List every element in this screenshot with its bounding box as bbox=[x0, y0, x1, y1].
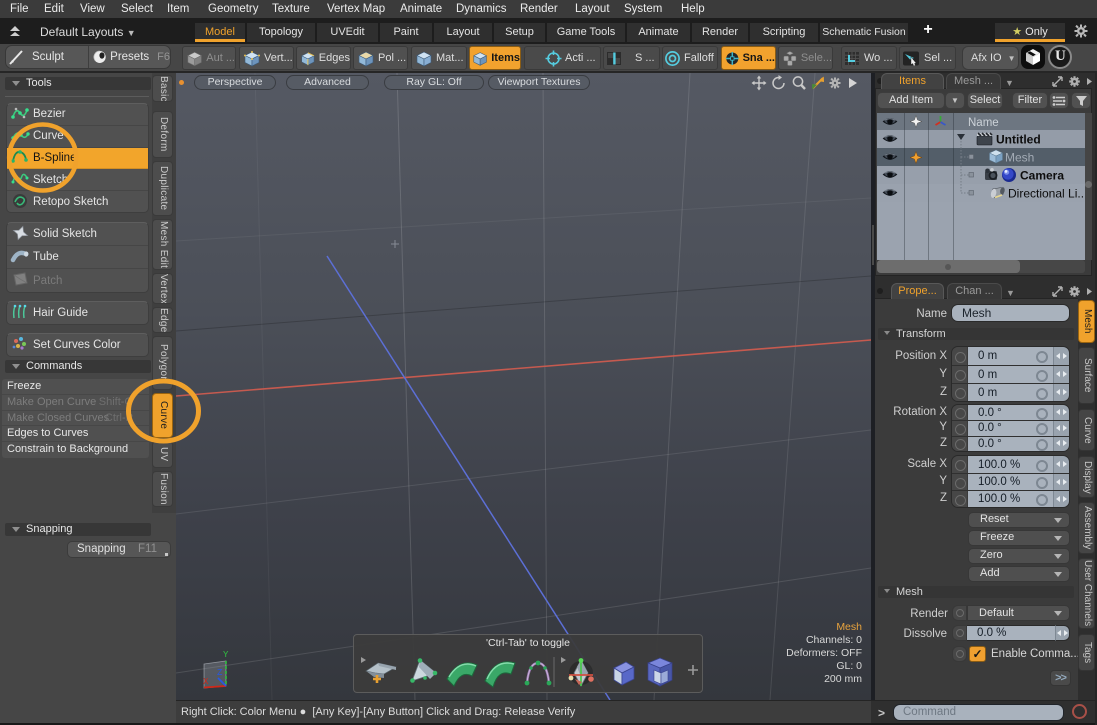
svg-text:Directional Li...: Directional Li... bbox=[1008, 187, 1085, 201]
svg-text:Z: Z bbox=[217, 668, 223, 678]
svg-text:Untitled: Untitled bbox=[996, 133, 1041, 147]
svg-text:Mesh: Mesh bbox=[1005, 151, 1034, 165]
svg-text:X: X bbox=[203, 677, 209, 687]
svg-text:Y: Y bbox=[223, 650, 229, 660]
svg-text:Camera: Camera bbox=[1020, 169, 1064, 183]
svg-text:Name: Name bbox=[968, 117, 999, 129]
